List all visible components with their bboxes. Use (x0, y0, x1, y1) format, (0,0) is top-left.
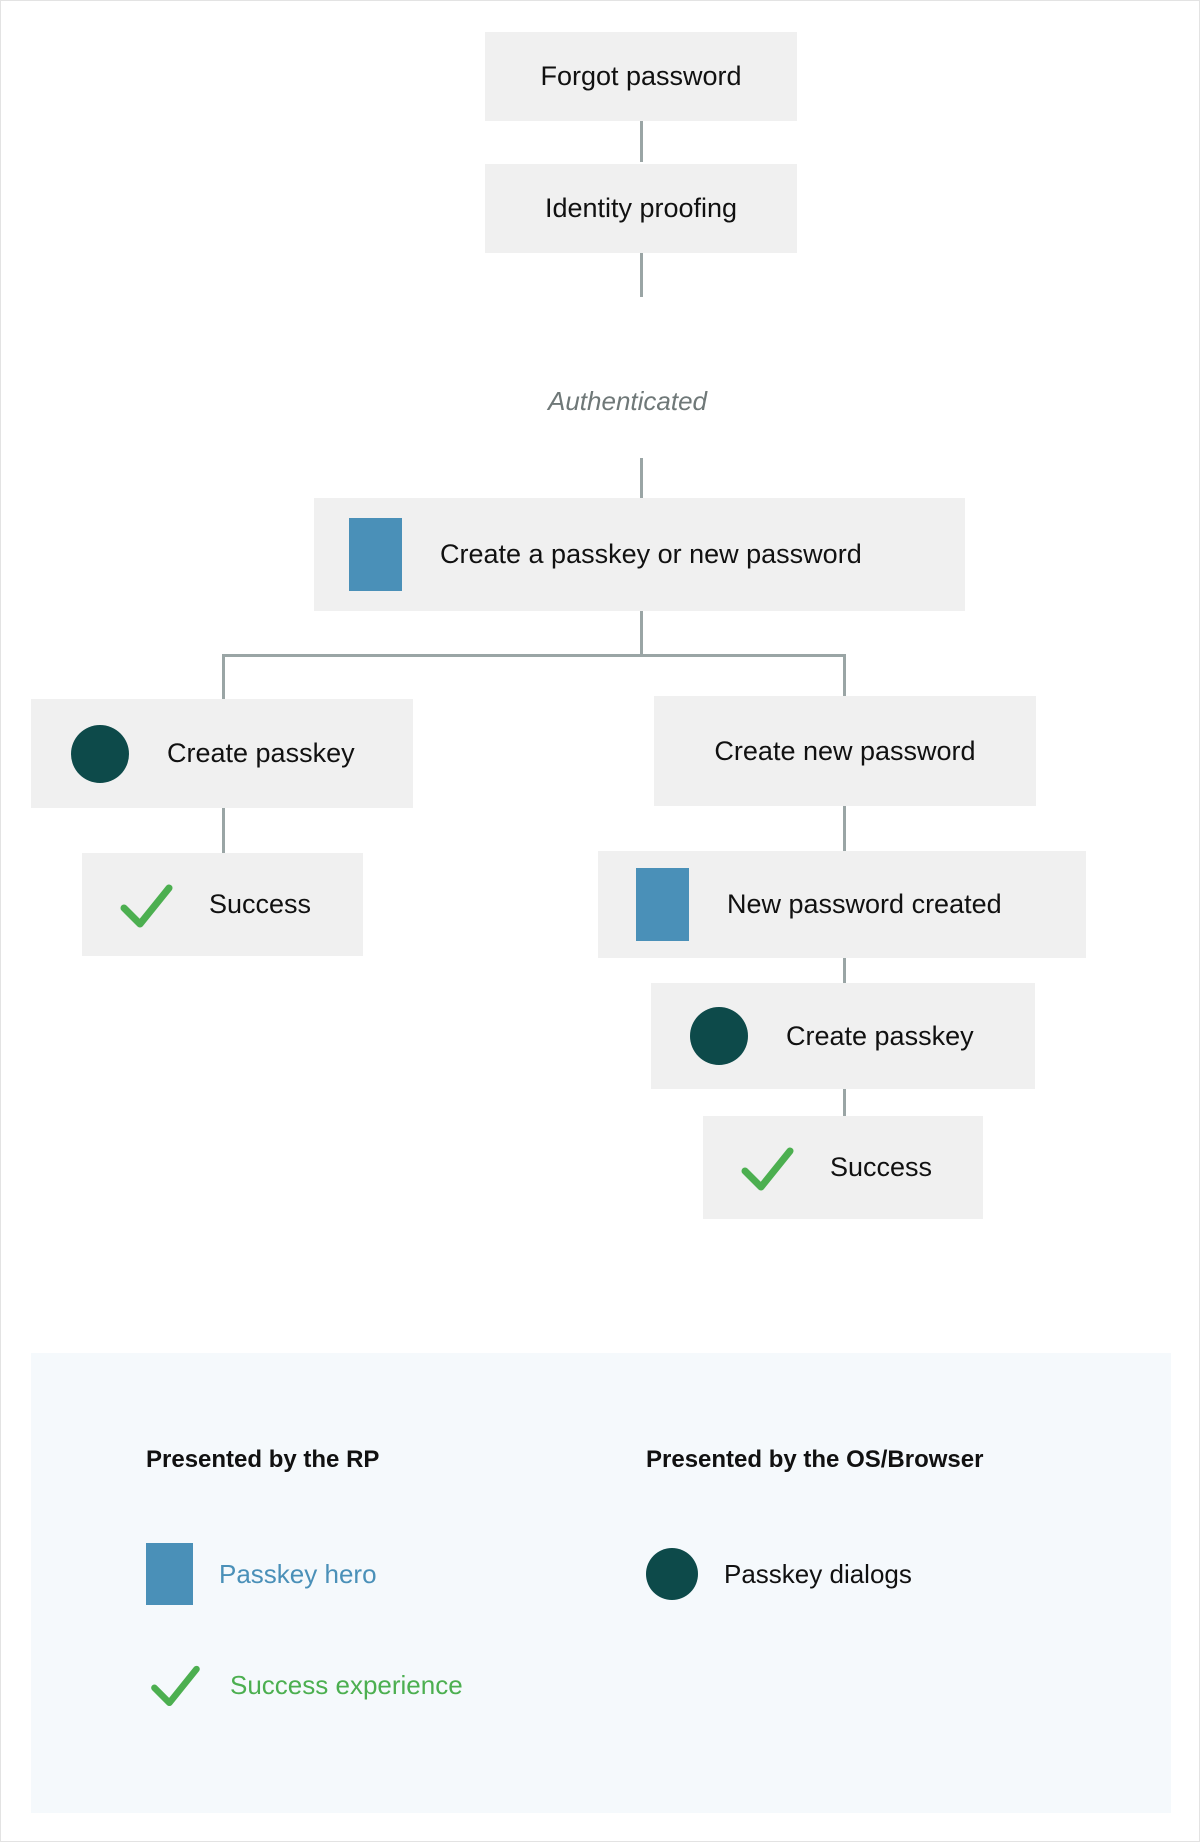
node-success-left[interactable]: Success (82, 853, 363, 956)
edge-newpassword-to-created (843, 806, 846, 851)
legend-item-label: Success experience (230, 1669, 463, 1700)
node-label: Create passkey (786, 1020, 974, 1051)
edge-identity-to-authenticated (640, 253, 643, 297)
legend-heading-rp: Presented by the RP (146, 1446, 380, 1473)
success-check-icon (146, 1656, 204, 1714)
edge-split-to-right-branch (843, 654, 846, 696)
passkey-dialog-circle-icon (71, 724, 129, 783)
passkey-hero-square-icon (146, 1543, 193, 1605)
node-create-passkey-left[interactable]: Create passkey (31, 699, 413, 808)
success-check-icon (736, 1137, 798, 1199)
node-create-passkey-or-new-password[interactable]: Create a passkey or new password (314, 498, 965, 611)
node-create-new-password[interactable]: Create new password (654, 696, 1036, 806)
success-check-icon (115, 874, 177, 936)
edge-split-to-left-branch (222, 654, 225, 699)
node-label: Identity proofing (544, 193, 738, 224)
node-label: Create a passkey or new password (440, 539, 862, 570)
node-label: Create new password (714, 735, 976, 766)
legend-item-label: Passkey dialogs (724, 1558, 912, 1589)
edge-forgot-to-identity (640, 121, 643, 162)
legend-item-success-experience: Success experience (146, 1656, 463, 1714)
passkey-dialog-circle-icon (690, 1007, 748, 1065)
passkey-hero-square-icon (349, 518, 402, 591)
edge-split-horizontal (222, 654, 846, 657)
node-label: Forgot password (540, 61, 742, 92)
legend-item-label: Passkey hero (219, 1558, 377, 1589)
node-create-passkey-right[interactable]: Create passkey (651, 983, 1035, 1089)
node-label: Create passkey (167, 738, 355, 769)
node-new-password-created[interactable]: New password created (598, 851, 1086, 958)
node-success-right[interactable]: Success (703, 1116, 983, 1219)
edge-createpasskey-to-success (222, 808, 225, 853)
node-label: New password created (727, 889, 1002, 920)
legend-item-passkey-hero: Passkey hero (146, 1543, 377, 1605)
passkey-hero-square-icon (636, 868, 689, 941)
node-identity-proofing[interactable]: Identity proofing (485, 164, 797, 253)
legend-item-passkey-dialogs: Passkey dialogs (646, 1548, 912, 1600)
node-label: Success (209, 889, 312, 920)
passkey-dialog-circle-icon (646, 1548, 698, 1600)
node-forgot-password[interactable]: Forgot password (485, 32, 797, 121)
node-label: Success (830, 1152, 933, 1183)
legend-heading-os-browser: Presented by the OS/Browser (646, 1446, 984, 1473)
edge-create-to-split (640, 611, 643, 656)
diagram-canvas: Forgot password Identity proofing Authen… (0, 0, 1200, 1842)
edge-label-authenticated: Authenticated (548, 386, 708, 416)
edge-authenticated-to-create (640, 458, 643, 498)
